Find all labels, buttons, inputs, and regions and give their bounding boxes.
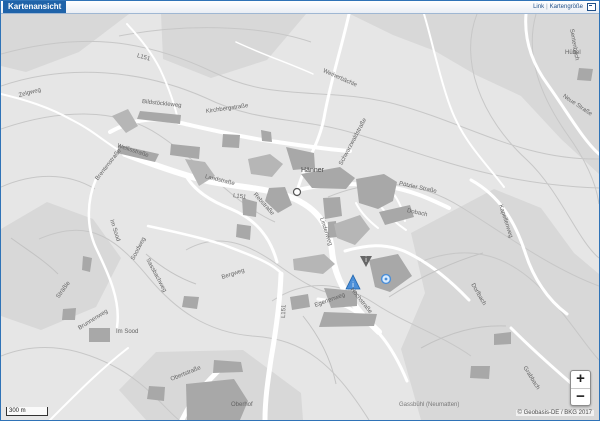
street-label-l151-3: L151: [281, 304, 288, 319]
label-im-sood: Im Sood: [116, 329, 139, 335]
place-dot-icon[interactable]: [380, 273, 392, 285]
scale-bar: 300 m: [6, 407, 48, 416]
zoom-control: + −: [570, 370, 591, 406]
window-title: Kartenansicht: [3, 1, 67, 13]
top-links: Link | Kartengröße: [533, 2, 583, 12]
link-button[interactable]: Link: [533, 4, 544, 10]
link-separator: |: [546, 4, 548, 10]
label-obernhof: Oberhof: [231, 402, 253, 408]
map-canvas[interactable]: i i: [1, 14, 599, 420]
map-window: Kartenansicht Link | Kartengröße i i Hän…: [0, 0, 600, 421]
map-size-button[interactable]: Kartengröße: [550, 4, 583, 10]
title-bar: Kartenansicht Link | Kartengröße: [1, 1, 599, 14]
zoom-in-button[interactable]: +: [571, 371, 590, 388]
village-center-icon: [292, 187, 302, 197]
zoom-out-button[interactable]: −: [571, 388, 590, 406]
label-gassbuehl: Gassbühl (Neumatten): [399, 402, 460, 408]
label-haenner: Hänner: [301, 167, 324, 174]
expand-icon[interactable]: [587, 3, 596, 11]
copyright-notice: © Geobasis-DE / BKG 2017: [515, 410, 594, 416]
